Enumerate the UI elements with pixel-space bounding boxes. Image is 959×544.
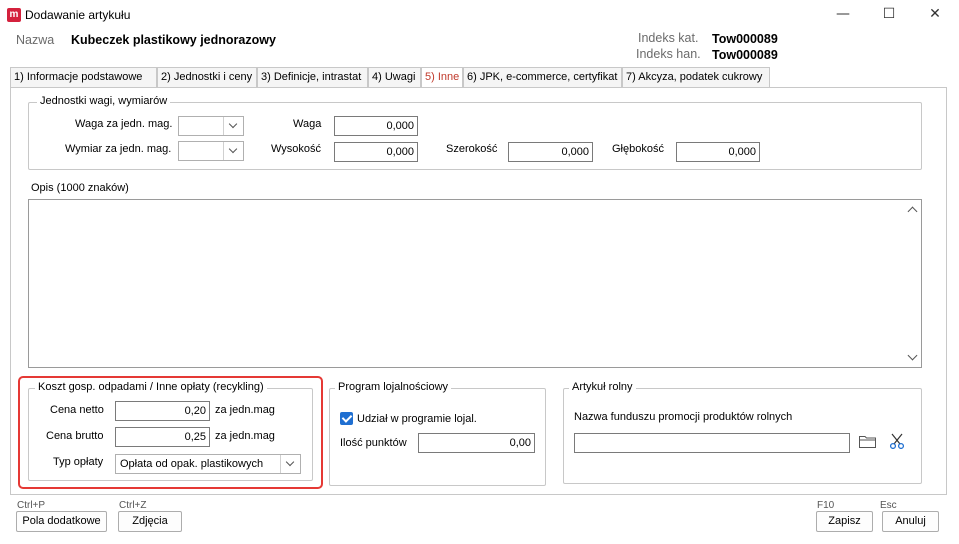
wysokosc-input[interactable]: 0,000 [334, 142, 418, 162]
chevron-down-icon [223, 142, 243, 160]
pola-shortcut: Ctrl+P [17, 500, 46, 511]
indeks-han-label: Indeks han. [636, 47, 701, 61]
tab-definicje[interactable]: 3) Definicje, intrastat [257, 67, 368, 88]
scroll-down-icon[interactable] [907, 350, 918, 361]
cena-brutto-unit: za jedn.mag [215, 430, 275, 442]
zdjecia-shortcut: Ctrl+Z [119, 500, 147, 511]
recycling-group-title: Koszt gosp. odpadami / Inne opłaty (recy… [35, 381, 267, 393]
tab-inne[interactable]: 5) Inne [421, 67, 463, 89]
pola-dodatkowe-button[interactable]: Pola dodatkowe [16, 511, 107, 532]
cena-brutto-input[interactable]: 0,25 [115, 427, 210, 447]
typ-oplaty-select[interactable]: Opłata od opak. plastikowych [115, 454, 301, 474]
indeks-kat-label: Indeks kat. [638, 31, 699, 45]
cena-brutto-label: Cena brutto [46, 430, 104, 442]
tab-akcyza[interactable]: 7) Akcyza, podatek cukrowy [622, 67, 770, 88]
name-label: Nazwa [16, 33, 55, 47]
zapisz-button[interactable]: Zapisz [816, 511, 873, 532]
udzial-checkbox[interactable] [340, 412, 353, 425]
wymiar-jedn-label: Wymiar za jedn. mag. [65, 143, 172, 155]
folder-icon[interactable] [859, 435, 876, 448]
anuluj-shortcut: Esc [880, 500, 897, 511]
wymiar-jedn-select[interactable] [178, 141, 244, 161]
typ-oplaty-label: Typ opłaty [53, 456, 104, 468]
tab-informacje[interactable]: 1) Informacje podstawowe [10, 67, 157, 88]
cena-netto-unit: za jedn.mag [215, 404, 275, 416]
rolny-group-title: Artykuł rolny [569, 381, 636, 393]
title-bar: m Dodawanie artykułu — ☐ ✕ [0, 0, 959, 30]
chevron-down-icon [280, 455, 300, 473]
anuluj-button[interactable]: Anuluj [882, 511, 939, 532]
loyalty-group-title: Program lojalnościowy [335, 381, 452, 393]
cena-netto-label: Cena netto [50, 404, 104, 416]
scroll-up-icon[interactable] [907, 206, 918, 217]
waga-input[interactable]: 0,000 [334, 116, 418, 136]
szerokosc-input[interactable]: 0,000 [508, 142, 593, 162]
zdjecia-button[interactable]: Zdjęcia [118, 511, 182, 532]
scissors-icon[interactable] [889, 433, 905, 449]
name-value: Kubeczek plastikowy jednorazowy [71, 33, 276, 47]
cena-netto-input[interactable]: 0,20 [115, 401, 210, 421]
weights-group-title: Jednostki wagi, wymiarów [37, 95, 171, 107]
waga-jedn-select[interactable] [178, 116, 244, 136]
glebokosc-input[interactable]: 0,000 [676, 142, 760, 162]
ilosc-punktow-input[interactable]: 0,00 [418, 433, 535, 453]
indeks-kat-value: Tow000089 [712, 32, 778, 46]
szerokosc-label: Szerokość [446, 143, 498, 155]
tab-uwagi[interactable]: 4) Uwagi [368, 67, 421, 88]
wysokosc-label: Wysokość [271, 143, 322, 155]
app-icon: m [7, 8, 21, 22]
typ-oplaty-value: Opłata od opak. plastikowych [120, 458, 264, 470]
maximize-button[interactable]: ☐ [866, 0, 912, 30]
opis-scrollbar[interactable] [905, 200, 921, 367]
minimize-button[interactable]: — [820, 0, 866, 30]
fundusz-label: Nazwa funduszu promocji produktów rolnyc… [574, 411, 793, 423]
ilosc-punktow-label: Ilość punktów [340, 437, 407, 449]
waga-label: Waga [293, 118, 322, 130]
window-title: Dodawanie artykułu [25, 8, 131, 22]
article-header: Nazwa Kubeczek plastikowy jednorazowy In… [0, 30, 959, 66]
udzial-label: Udział w programie lojal. [357, 413, 477, 425]
fundusz-input[interactable] [574, 433, 850, 453]
glebokosc-label: Głębokość [612, 143, 664, 155]
indeks-han-value: Tow000089 [712, 48, 778, 62]
weights-group: Jednostki wagi, wymiarów [28, 95, 922, 170]
zapisz-shortcut: F10 [817, 500, 835, 511]
opis-textarea[interactable] [28, 199, 922, 368]
tab-jednostki[interactable]: 2) Jednostki i ceny [157, 67, 257, 88]
close-button[interactable]: ✕ [912, 0, 958, 30]
opis-label: Opis (1000 znaków) [31, 182, 129, 194]
tab-jpk[interactable]: 6) JPK, e-commerce, certyfikat [463, 67, 622, 88]
chevron-down-icon [223, 117, 243, 135]
waga-jedn-label: Waga za jedn. mag. [75, 118, 173, 130]
